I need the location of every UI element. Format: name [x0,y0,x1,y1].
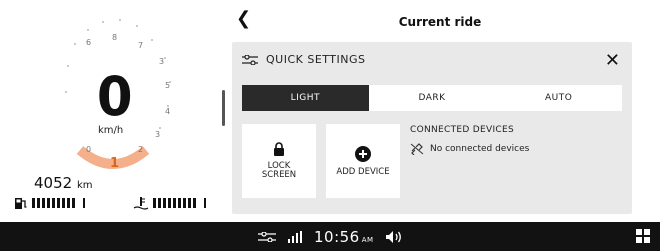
tick-label: 2 [138,145,143,154]
temperature-gauge [133,196,206,210]
volume-icon[interactable] [385,230,402,243]
fuel-pump-icon [15,198,27,209]
clock: 10:56 AM [314,228,374,246]
theme-option-auto[interactable]: AUTO [495,85,622,111]
clock-time: 10:56 [314,227,360,246]
coolant-temperature-icon [133,197,149,210]
close-icon[interactable]: ✕ [605,50,620,71]
temperature-level-bars [153,198,196,208]
connected-devices-status-text: No connected devices [430,144,530,154]
odometer-value: 4052 [34,174,73,192]
speed-unit: km/h [98,125,124,136]
fuel-gauge [14,196,85,210]
tick-label: 3 [155,130,160,139]
lock-screen-button[interactable]: LOCK SCREEN [242,124,316,198]
lock-screen-label: LOCK SCREEN [261,161,297,180]
tick-label: 0 [86,145,91,154]
settings-sliders-icon[interactable] [258,231,276,242]
quick-settings-panel: ❮ Current ride QUICK SETTINGS ✕ LIGHT DA… [232,0,648,222]
settings-sliders-icon [242,54,258,65]
lock-icon [274,142,284,156]
theme-option-dark[interactable]: DARK [369,85,496,111]
tick-label: 4 [165,107,170,116]
instrument-cluster: 6 8 7 3 5 4 3 0 2 0 km/h 1 4052 km [0,0,222,222]
fuel-level-bars [32,198,75,208]
temperature-max-tick [204,198,206,208]
fuel-reserve-tick [83,198,85,208]
connected-devices-status: No connected devices [410,143,529,155]
tick-label: 8 [112,33,117,42]
status-bar-center: 10:56 AM [258,222,402,251]
quick-settings-title: QUICK SETTINGS [266,53,366,66]
theme-selector: LIGHT DARK AUTO [242,85,622,111]
page-title: Current ride [398,15,482,29]
odometer-unit: km [76,180,93,191]
add-device-button[interactable]: ADD DEVICE [326,124,400,198]
tick-label: 5 [165,81,170,90]
add-device-label: ADD DEVICE [336,166,390,177]
panel-header: ❮ Current ride [232,0,648,42]
connected-devices-title: CONNECTED DEVICES [410,125,514,135]
disconnected-link-icon [410,143,424,155]
speed-value: 0 [96,65,133,128]
theme-option-light[interactable]: LIGHT [242,85,369,111]
signal-icon [288,230,302,243]
speed-readout: 0 [96,65,133,128]
gear-indicator: 1 [110,156,120,171]
tick-label: 3 [159,57,164,66]
plus-circle-icon [355,145,371,162]
panel-drag-handle[interactable] [222,90,225,126]
tick-label: 7 [138,41,143,50]
quick-settings-header: QUICK SETTINGS [242,53,366,66]
odometer: 4052 km [34,174,93,192]
tick-label: 6 [86,38,91,47]
clock-ampm: AM [361,235,374,244]
status-bar: 10:56 AM [0,222,660,251]
grid-icon[interactable] [636,229,650,243]
quick-settings-card: QUICK SETTINGS ✕ LIGHT DARK AUTO LOCK SC… [232,42,632,214]
